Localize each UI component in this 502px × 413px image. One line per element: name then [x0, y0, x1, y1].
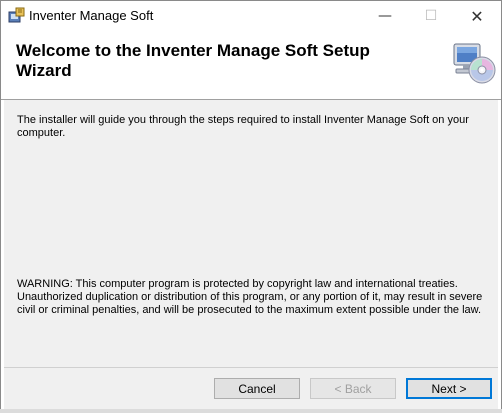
page-title: Welcome to the Inventer Manage Soft Setu… — [16, 41, 370, 80]
intro-text: The installer will guide you through the… — [17, 114, 469, 139]
minimize-button[interactable]: — — [362, 1, 408, 31]
title-bar[interactable]: Inventer Manage Soft — ☐ ✕ — [1, 1, 501, 31]
copyright-warning-text: WARNING: This computer program is protec… — [17, 278, 483, 316]
setup-wizard-window: Inventer Manage Soft — ☐ ✕ Welcome to th… — [0, 0, 502, 413]
computer-with-cd-icon — [450, 41, 496, 85]
window-title: Inventer Manage Soft — [29, 8, 154, 23]
wizard-footer: Cancel < Back Next > — [4, 368, 498, 410]
close-button[interactable]: ✕ — [454, 1, 500, 31]
cancel-button[interactable]: Cancel — [214, 378, 300, 399]
background-taskbar-strip — [0, 409, 502, 413]
wizard-body: The installer will guide you through the… — [4, 100, 498, 368]
back-button[interactable]: < Back — [310, 378, 396, 399]
installer-app-icon — [8, 7, 25, 24]
next-button[interactable]: Next > — [406, 378, 492, 399]
close-icon: ✕ — [470, 6, 484, 26]
wizard-header: Welcome to the Inventer Manage Soft Setu… — [1, 31, 501, 100]
maximize-button[interactable]: ☐ — [408, 1, 454, 31]
maximize-icon: ☐ — [424, 8, 438, 24]
minimize-icon: — — [378, 8, 392, 24]
